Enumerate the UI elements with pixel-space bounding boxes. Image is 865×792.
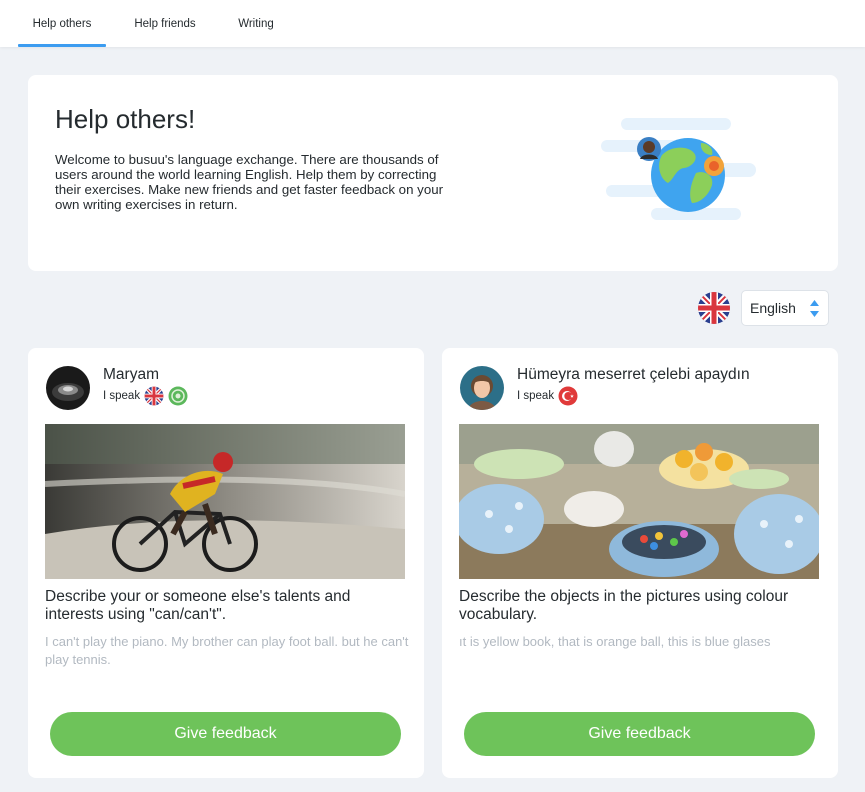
- exercise-title: Describe the objects in the pictures usi…: [459, 588, 789, 623]
- exercise-card: Hümeyra meserret çelebi apaydın I speak: [442, 348, 838, 778]
- uk-flag-icon: [144, 386, 164, 406]
- speaks-label: I speak: [517, 390, 555, 402]
- hero-card: Help others! Welcome to busuu's language…: [28, 75, 838, 271]
- tab-writing[interactable]: Writing: [226, 0, 286, 47]
- tab-bar: Help others Help friends Writing: [0, 0, 865, 47]
- exercise-image-tableware: [459, 424, 819, 579]
- sort-arrows-icon: [810, 300, 819, 317]
- page-title: Help others!: [55, 104, 196, 134]
- exercise-answer-preview: I can't play the piano. My brother can p…: [45, 634, 409, 667]
- tab-help-friends[interactable]: Help friends: [124, 0, 206, 47]
- speaks-label: I speak: [103, 390, 141, 402]
- username[interactable]: Hümeyra meserret çelebi apaydın: [517, 366, 750, 384]
- speaks-languages: I speak: [103, 386, 188, 406]
- exercise-image-cyclist: [45, 424, 405, 579]
- give-feedback-button[interactable]: Give feedback: [50, 712, 401, 756]
- turkey-flag-icon: [558, 386, 578, 406]
- username[interactable]: Maryam: [103, 366, 159, 384]
- exercise-card: Maryam I speak Describe your or someone …: [28, 348, 424, 778]
- avatar[interactable]: [460, 366, 504, 410]
- exercise-title: Describe your or someone else's talents …: [45, 588, 351, 623]
- language-select[interactable]: English: [741, 290, 829, 326]
- give-feedback-button[interactable]: Give feedback: [464, 712, 815, 756]
- exercise-answer-preview: ıt is yellow book, that is orange ball, …: [459, 634, 771, 649]
- hero-description: Welcome to busuu's language exchange. Th…: [55, 152, 444, 212]
- tab-help-others[interactable]: Help others: [18, 0, 106, 47]
- speaks-languages: I speak: [517, 386, 578, 406]
- globe-illustration-icon: [596, 113, 766, 233]
- language-select-value: English: [750, 300, 796, 316]
- avatar[interactable]: [46, 366, 90, 410]
- arabic-flag-icon: [168, 386, 188, 406]
- uk-flag-icon: [697, 291, 731, 325]
